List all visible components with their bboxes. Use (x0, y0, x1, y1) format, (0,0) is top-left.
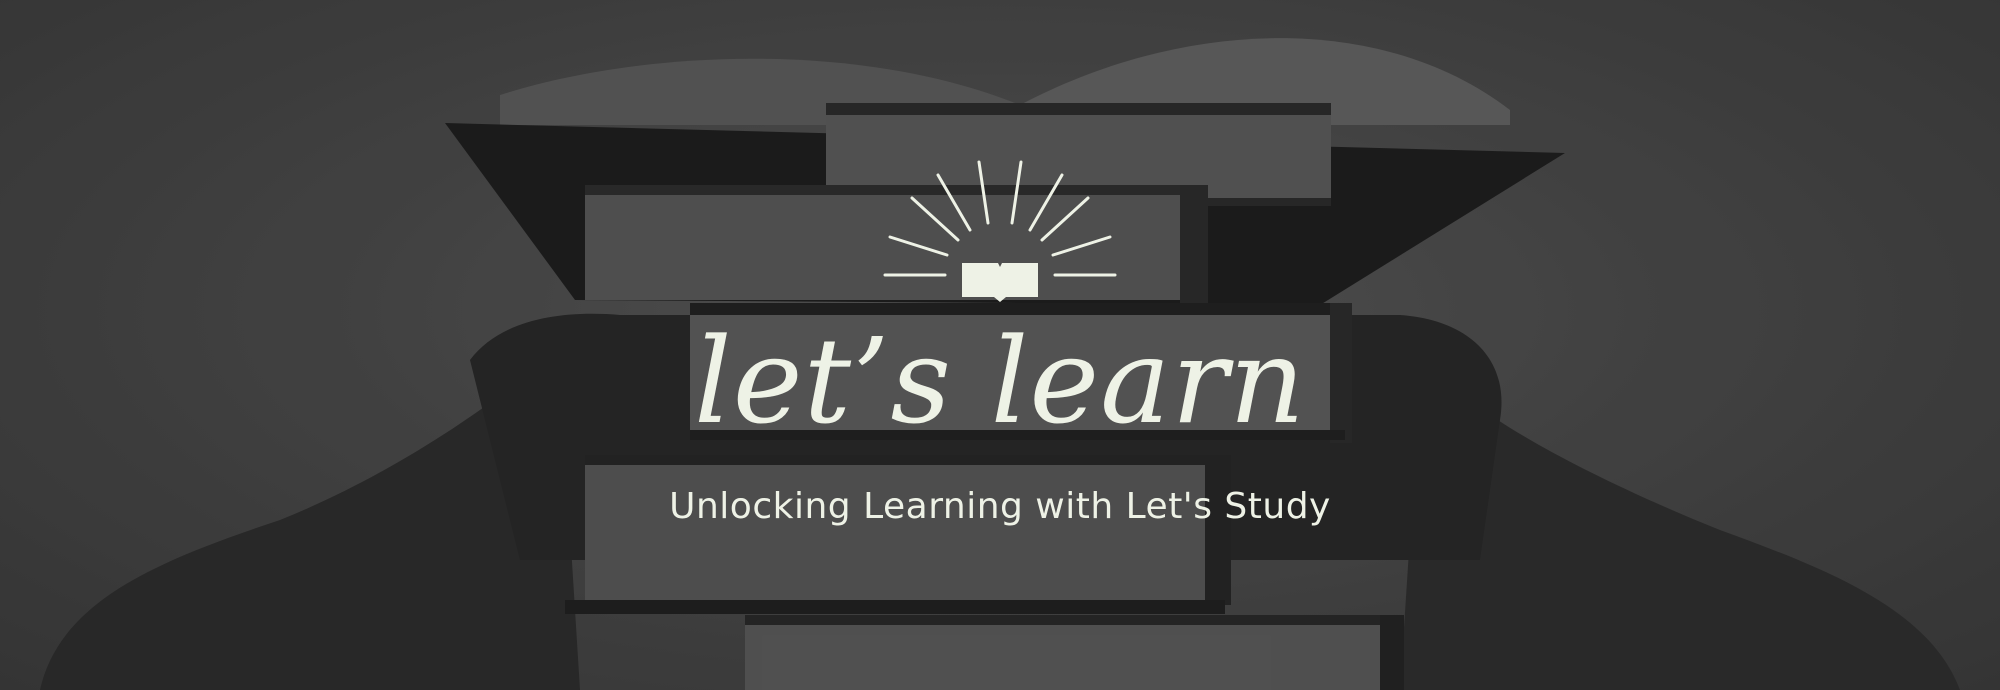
headline-title: let’s learn (694, 312, 1306, 450)
tagline-subtitle: Unlocking Learning with Let's Study (669, 486, 1331, 527)
open-book-sunburst-icon (883, 160, 1117, 302)
hero-banner: let’s learn Unlocking Learning with Let'… (0, 0, 2000, 690)
